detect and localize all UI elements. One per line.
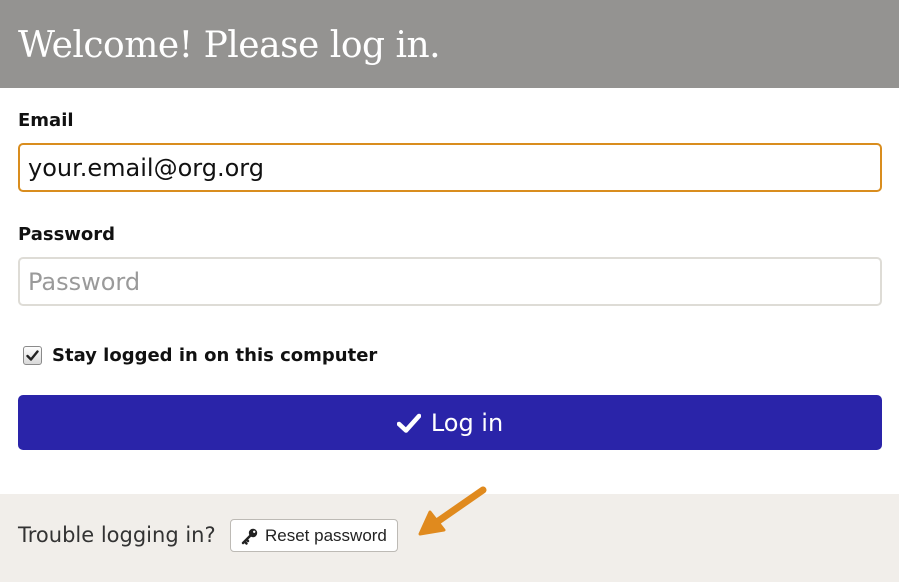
password-label: Password <box>18 224 116 245</box>
stay-logged-in-row[interactable]: Stay logged in on this computer <box>23 342 377 368</box>
reset-password-label: Reset password <box>265 525 387 545</box>
login-page: Welcome! Please log in. Email Password S… <box>0 0 899 582</box>
trouble-text: Trouble logging in? <box>18 523 216 547</box>
key-icon <box>241 527 259 545</box>
check-icon <box>396 413 421 433</box>
email-field[interactable] <box>18 143 882 192</box>
page-header: Welcome! Please log in. <box>0 0 899 88</box>
password-field[interactable] <box>18 257 882 306</box>
stay-logged-in-label: Stay logged in on this computer <box>52 344 378 366</box>
checkmark-icon <box>26 349 39 361</box>
annotation-arrow-icon <box>418 486 487 536</box>
email-label: Email <box>18 110 74 131</box>
reset-password-button[interactable]: Reset password <box>230 519 398 552</box>
page-title: Welcome! Please log in. <box>18 25 441 66</box>
login-button-label: Log in <box>430 408 504 437</box>
stay-logged-in-checkbox[interactable] <box>23 345 42 365</box>
login-button[interactable]: Log in <box>18 395 882 450</box>
